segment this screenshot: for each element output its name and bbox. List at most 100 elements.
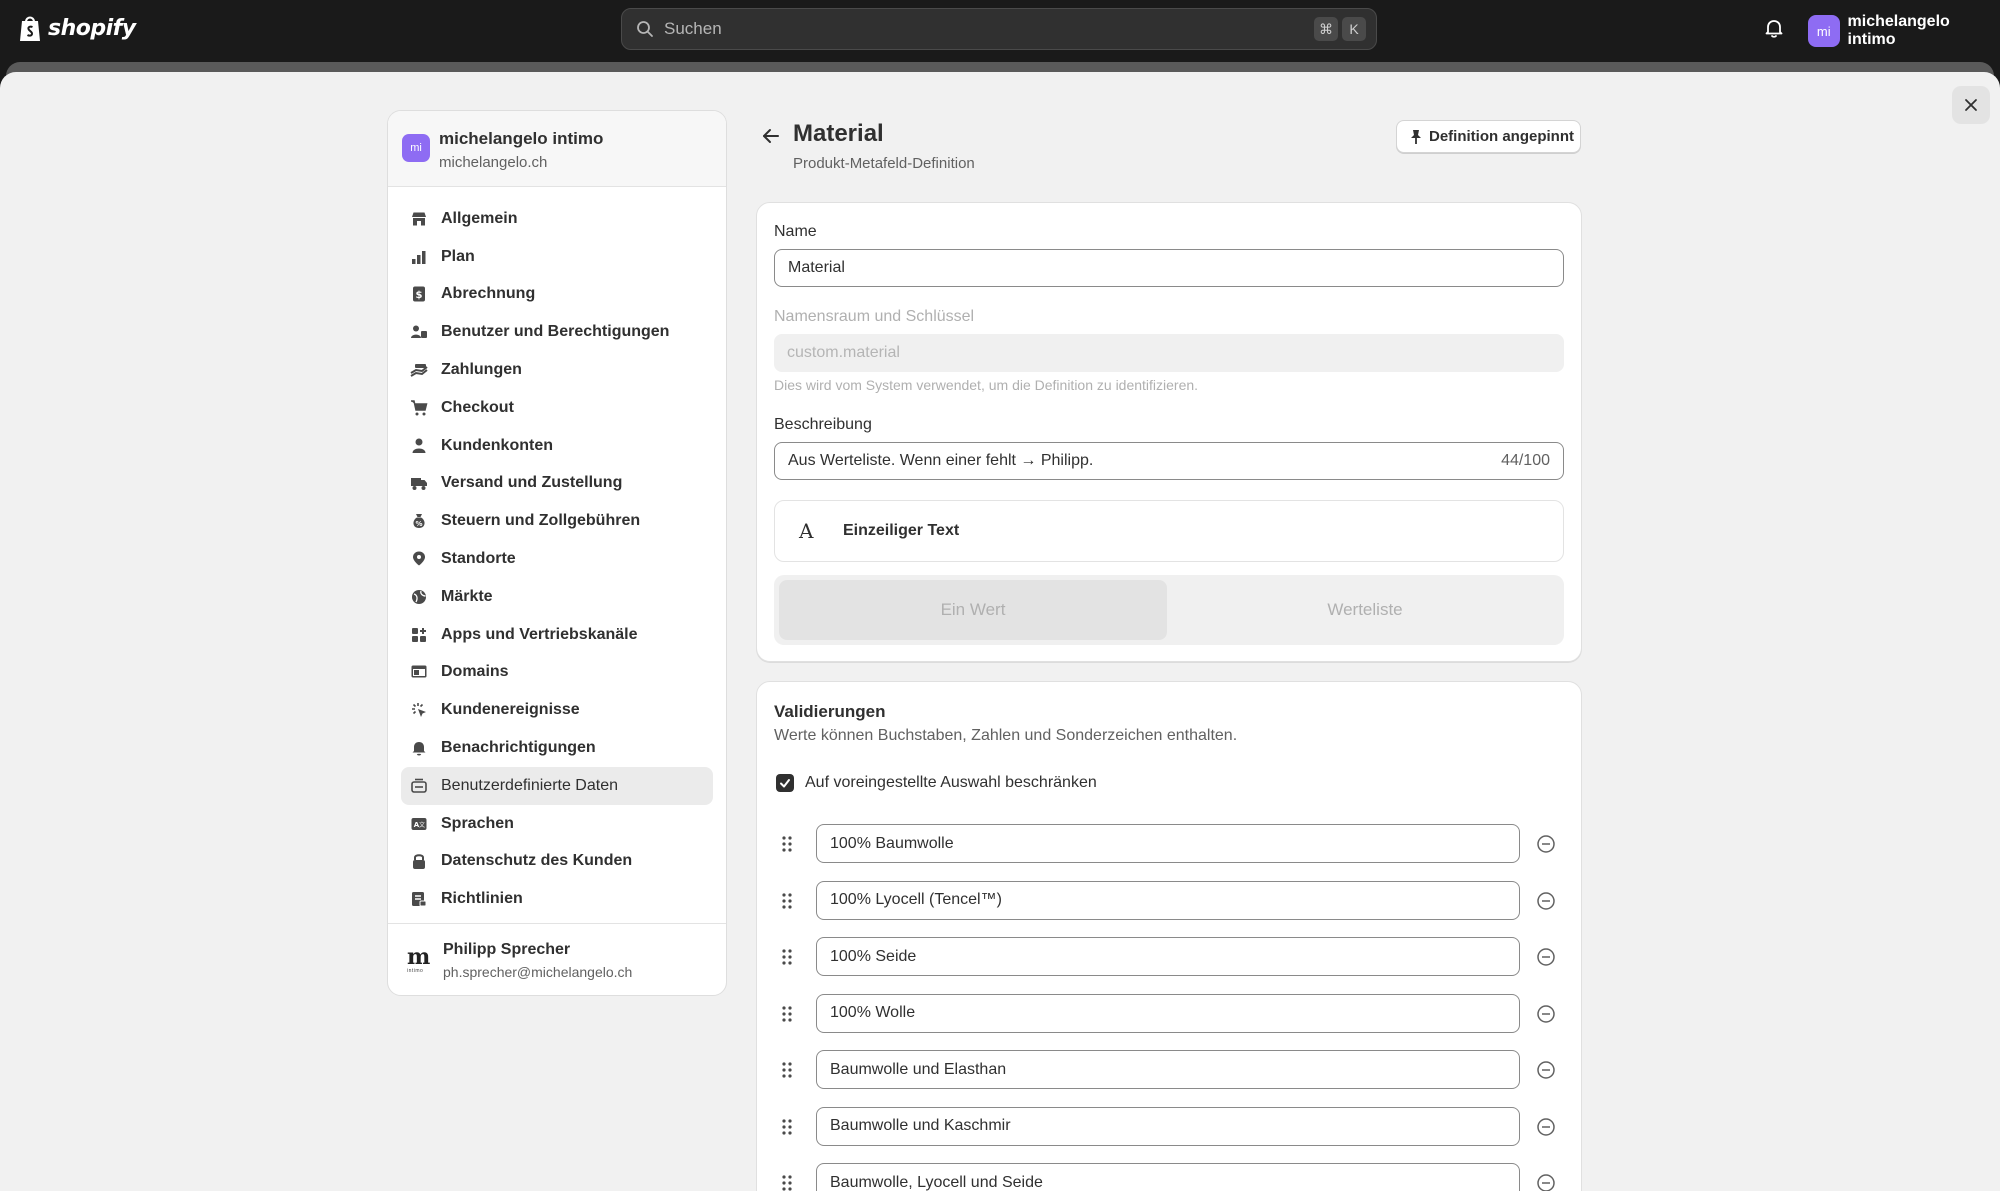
- field-type-selector[interactable]: A Einzeiliger Text: [774, 500, 1564, 562]
- bell-icon: [412, 742, 426, 756]
- search-icon: [637, 21, 653, 37]
- drag-handle-icon[interactable]: [781, 1061, 793, 1079]
- description-counter: 44/100: [1501, 452, 1550, 469]
- sidebar-item-label: Benutzer und Berechtigungen: [441, 323, 670, 341]
- store-domain: michelangelo.ch: [439, 154, 548, 171]
- namespace-key-input: custom.material: [774, 334, 1564, 372]
- name-input[interactable]: Material: [774, 249, 1564, 287]
- remove-choice-icon[interactable]: [1536, 1117, 1556, 1137]
- remove-choice-icon[interactable]: [1536, 891, 1556, 911]
- sidebar-item-datenschutz[interactable]: Datenschutz des Kunden: [401, 843, 713, 881]
- sidebar-item-sprachen[interactable]: A文 Sprachen: [401, 805, 713, 843]
- checkmark-icon: [780, 779, 790, 788]
- drag-handle-icon[interactable]: [781, 1118, 793, 1136]
- choice-input[interactable]: 100% Seide: [816, 937, 1520, 976]
- sidebar-item-label: Abrechnung: [441, 285, 536, 303]
- sidebar-item-richtlinien[interactable]: Richtlinien: [401, 880, 713, 918]
- single-value-option[interactable]: Ein Wert: [779, 580, 1167, 640]
- sidebar-item-benutzerdefinierte-daten[interactable]: Benutzerdefinierte Daten: [401, 766, 713, 805]
- text-type-icon: A: [799, 519, 814, 543]
- sidebar-item-versand[interactable]: Versand und Zustellung: [401, 465, 713, 503]
- sidebar-item-standorte[interactable]: Standorte: [401, 540, 713, 578]
- remove-choice-icon[interactable]: [1536, 1060, 1556, 1080]
- value-list-option[interactable]: Werteliste: [1171, 580, 1559, 640]
- sidebar-item-abrechnung[interactable]: $ Abrechnung: [401, 276, 713, 314]
- sidebar-item-benutzer[interactable]: Benutzer und Berechtigungen: [401, 313, 713, 351]
- sidebar-item-checkout[interactable]: Checkout: [401, 389, 713, 427]
- choice-input[interactable]: Baumwolle, Lyocell und Seide: [816, 1163, 1520, 1191]
- sidebar-item-kundenkonten[interactable]: Kundenkonten: [401, 427, 713, 465]
- settings-nav: Allgemein Plan $ Abrechnung Benutzer und…: [401, 200, 713, 918]
- choice-input[interactable]: Baumwolle und Elasthan: [816, 1050, 1520, 1089]
- drag-handle-icon[interactable]: [781, 948, 793, 966]
- policy-icon: [412, 892, 427, 907]
- sidebar-item-label: Kundenkonten: [441, 436, 553, 454]
- drag-handle-icon[interactable]: [781, 892, 793, 910]
- sidebar-item-benachrichtigungen[interactable]: Benachrichtigungen: [401, 729, 713, 767]
- account-footer[interactable]: m intimo Philipp Sprecher ph.sprecher@mi…: [388, 923, 726, 995]
- sidebar-item-label: Domains: [441, 663, 509, 681]
- choice-input[interactable]: 100% Baumwolle: [816, 824, 1520, 863]
- description-label: Beschreibung: [774, 416, 872, 433]
- validations-card: Validierungen Werte können Buchstaben, Z…: [756, 681, 1582, 1191]
- search-bar[interactable]: Suchen ⌘ K: [621, 8, 1377, 50]
- restrict-choices-checkbox[interactable]: [776, 774, 794, 792]
- store-icon: [412, 212, 426, 226]
- pin-icon: [1411, 129, 1421, 144]
- shortcut-k-key: K: [1342, 17, 1366, 41]
- sidebar-item-zahlungen[interactable]: Zahlungen: [401, 351, 713, 389]
- choice-row: 100% Wolle: [757, 993, 1581, 1034]
- sidebar-item-label: Benachrichtigungen: [441, 739, 596, 757]
- owner-logo-sub: intimo: [407, 968, 424, 974]
- sidebar-item-label: Allgemein: [441, 209, 518, 227]
- pin-definition-button[interactable]: Definition angepinnt: [1396, 120, 1581, 153]
- shopify-logo[interactable]: shopify: [18, 13, 136, 43]
- sidebar-item-domains[interactable]: Domains: [401, 654, 713, 692]
- choice-input[interactable]: Baumwolle und Kaschmir: [816, 1106, 1520, 1146]
- plan-icon: [412, 250, 426, 264]
- sidebar-item-label: Versand und Zustellung: [441, 474, 623, 492]
- remove-choice-icon[interactable]: [1536, 1004, 1556, 1024]
- remove-choice-icon[interactable]: [1536, 947, 1556, 967]
- location-icon: [413, 551, 425, 566]
- owner-logo: m: [407, 944, 431, 970]
- search-placeholder: Suchen: [664, 19, 722, 38]
- close-settings-button[interactable]: [1952, 86, 1990, 124]
- sidebar-item-plan[interactable]: Plan: [401, 238, 713, 276]
- sidebar-item-maerkte[interactable]: Märkte: [401, 578, 713, 616]
- language-icon: A文: [411, 817, 427, 830]
- sidebar-item-allgemein[interactable]: Allgemein: [401, 200, 713, 238]
- sidebar-item-label: Checkout: [441, 398, 514, 416]
- globe-icon: [412, 589, 426, 604]
- sidebar-item-label: Steuern und Zollgebühren: [441, 512, 641, 530]
- svg-text:$: $: [416, 290, 423, 301]
- choice-row: 100% Lyocell (Tencel™): [757, 880, 1581, 921]
- remove-choice-icon[interactable]: [1536, 834, 1556, 854]
- description-input[interactable]: Aus Werteliste. Wenn einer fehlt → Phili…: [774, 442, 1564, 480]
- definition-card: Name Material Namensraum und Schlüssel c…: [756, 202, 1582, 662]
- validations-title: Validierungen: [774, 702, 886, 721]
- sidebar-item-steuern[interactable]: % Steuern und Zollgebühren: [401, 502, 713, 540]
- sidebar-item-label: Sprachen: [441, 814, 514, 832]
- value-mode-toggle: Ein Wert Werteliste: [774, 575, 1564, 645]
- page-title: Material: [793, 120, 884, 147]
- user-menu[interactable]: mi michelangelo intimo: [1808, 13, 2000, 49]
- sidebar-item-kundenereignisse[interactable]: Kundenereignisse: [401, 691, 713, 729]
- choice-input[interactable]: 100% Wolle: [816, 993, 1520, 1033]
- notifications-bell-icon[interactable]: [1762, 16, 1786, 40]
- users-icon: [411, 325, 427, 339]
- key-label: Namensraum und Schlüssel: [774, 308, 975, 325]
- events-icon: [412, 703, 426, 718]
- drag-handle-icon[interactable]: [781, 835, 793, 853]
- owner-name: Philipp Sprecher: [443, 941, 571, 958]
- sidebar-item-label: Richtlinien: [441, 890, 523, 908]
- sidebar-item-apps[interactable]: Apps und Vertriebskanäle: [401, 616, 713, 654]
- drag-handle-icon[interactable]: [781, 1174, 793, 1191]
- tax-icon: %: [413, 514, 425, 529]
- remove-choice-icon[interactable]: [1536, 1173, 1556, 1191]
- store-header[interactable]: mi michelangelo intimo michelangelo.ch: [388, 111, 726, 187]
- back-arrow-icon[interactable]: [760, 125, 782, 147]
- shortcut-cmd-key: ⌘: [1314, 17, 1338, 41]
- choice-input[interactable]: 100% Lyocell (Tencel™): [816, 880, 1520, 920]
- drag-handle-icon[interactable]: [781, 1005, 793, 1023]
